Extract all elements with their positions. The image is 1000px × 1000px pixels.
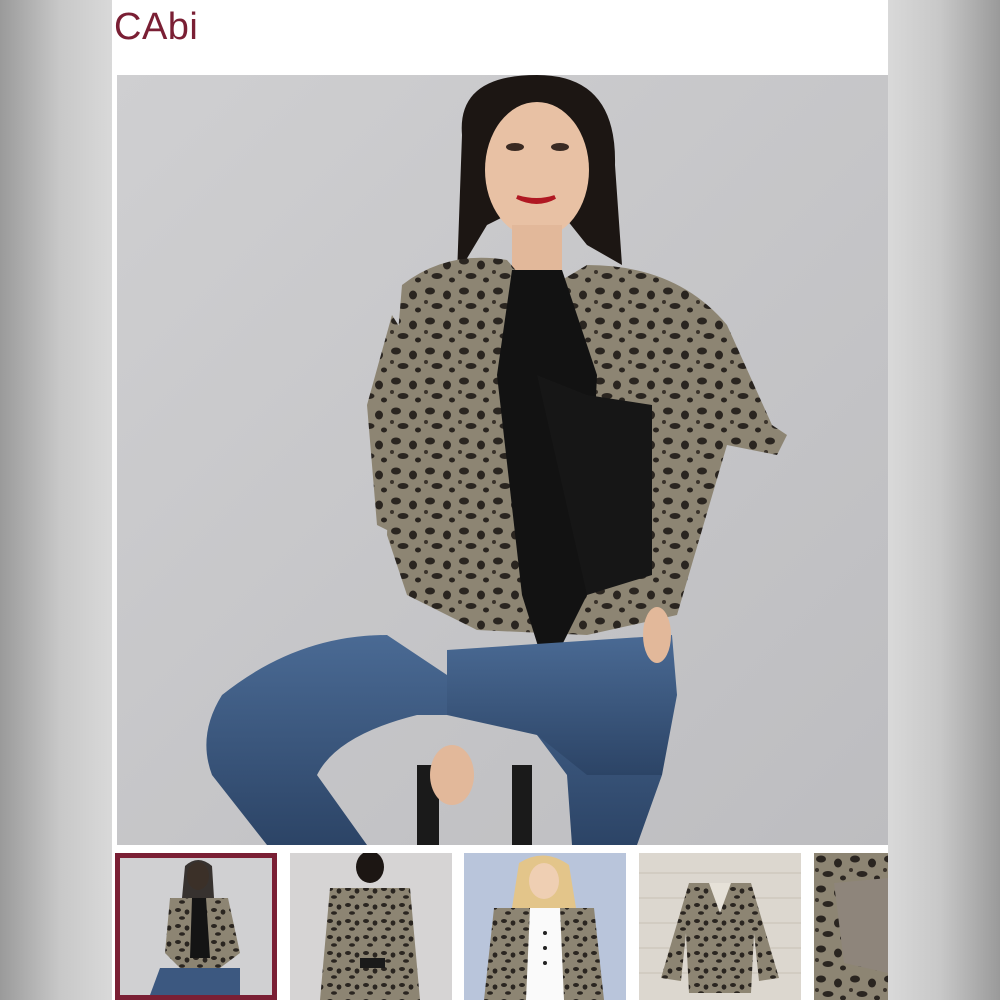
thumbnail-strip — [112, 853, 888, 1000]
main-product-image[interactable] — [117, 75, 888, 845]
thumbnail-5[interactable] — [814, 853, 888, 1000]
photo-model-back-icon — [290, 853, 452, 1000]
thumbnail-2[interactable] — [290, 853, 452, 1000]
photo-fabric-closeup-icon — [814, 853, 888, 1000]
brand-name[interactable]: CAbi — [114, 6, 198, 49]
photo-model-blonde-styled-icon — [464, 853, 626, 1000]
photo-model-front-icon — [120, 858, 272, 995]
thumbnail-1[interactable] — [115, 853, 277, 1000]
thumbnail-4[interactable] — [639, 853, 801, 1000]
listing-panel: CAbi — [112, 0, 888, 1000]
main-photo-graphic — [117, 75, 888, 845]
photo-flat-lay-blazer-icon — [639, 853, 801, 1000]
thumbnail-3[interactable] — [464, 853, 626, 1000]
